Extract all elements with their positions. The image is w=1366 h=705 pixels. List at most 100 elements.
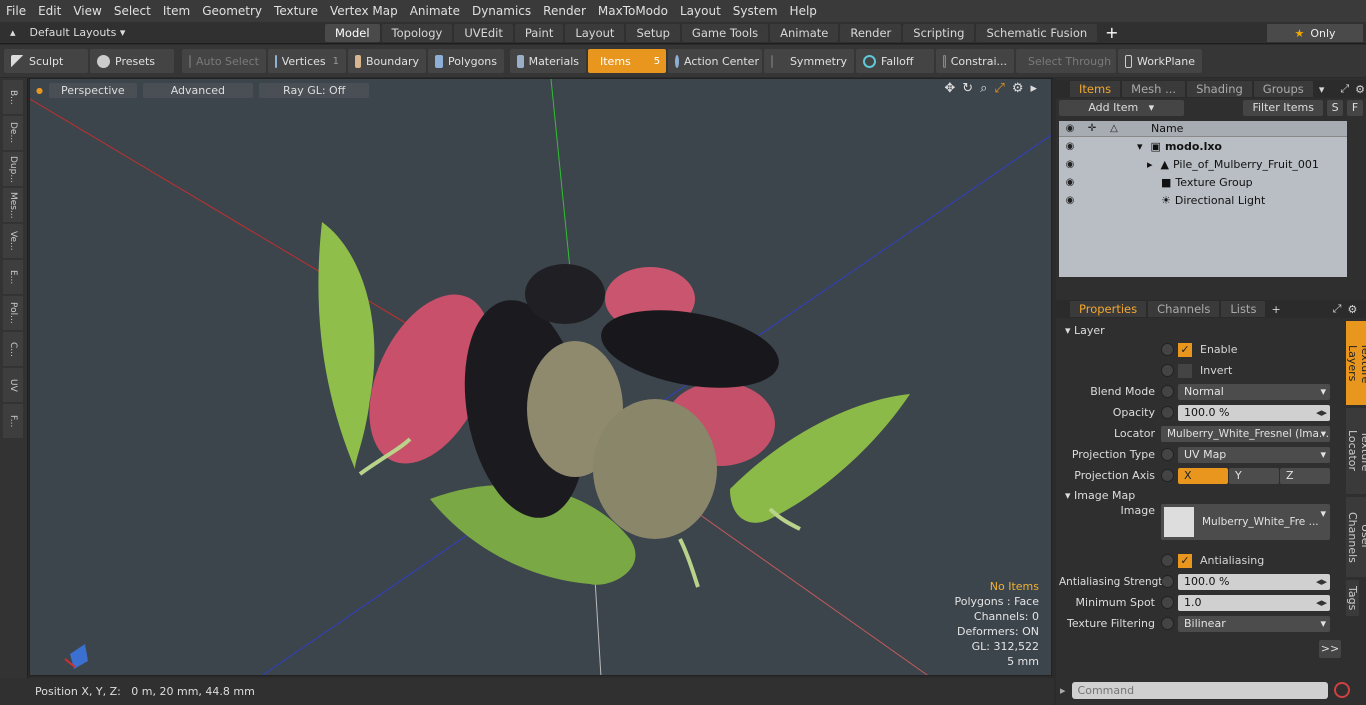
vtab-user-channels[interactable]: User Channels <box>1346 497 1366 577</box>
add-tab-icon[interactable]: + <box>1105 23 1118 42</box>
enable-checkbox[interactable]: ✓ <box>1178 342 1192 357</box>
expand-panel-icon[interactable]: ⤢ <box>1340 82 1349 96</box>
menu-texture[interactable]: Texture <box>268 0 324 22</box>
tab-items[interactable]: Items <box>1070 81 1121 97</box>
tab-channels[interactable]: Channels <box>1148 301 1220 317</box>
axis-x-button[interactable]: X <box>1178 467 1228 484</box>
tree-row-mesh[interactable]: ◉ ▸ ▲ Pile_of_Mulberry_Fruit_001 <box>1059 155 1347 173</box>
opacity-channel-dot[interactable] <box>1161 406 1174 419</box>
filter-items-button[interactable]: Filter Items <box>1243 100 1324 116</box>
filtering-channel-dot[interactable] <box>1161 617 1174 630</box>
only-button[interactable]: ★ Only <box>1267 24 1363 42</box>
eye-icon[interactable]: ◉ <box>1059 195 1081 206</box>
workplane-button[interactable]: WorkPlane <box>1118 49 1202 73</box>
symmetry-button[interactable]: Symmetry <box>764 49 854 73</box>
tab-uvedit[interactable]: UVEdit <box>454 23 513 42</box>
projection-axis-channel-dot[interactable] <box>1161 469 1174 482</box>
antialiasing-channel-dot[interactable] <box>1161 554 1174 567</box>
menu-geometry[interactable]: Geometry <box>196 0 268 22</box>
boundary-button[interactable]: Boundary <box>348 49 426 73</box>
pan-icon[interactable]: ✥ <box>944 81 955 96</box>
tree-row-scene[interactable]: ◉ ▾ ▣ modo.lxo <box>1059 137 1347 155</box>
tab-scripting[interactable]: Scripting <box>903 23 975 42</box>
enable-channel-dot[interactable] <box>1161 343 1174 356</box>
presets-button[interactable]: Presets <box>90 49 174 73</box>
menu-view[interactable]: View <box>67 0 107 22</box>
constraints-button[interactable]: Constrai... <box>936 49 1014 73</box>
chevron-right-icon[interactable]: ▸ <box>1030 81 1037 96</box>
action-center-button[interactable]: Action Center <box>668 49 762 73</box>
vtab-tags[interactable]: Tags <box>1346 580 1359 616</box>
tab-paint[interactable]: Paint <box>514 23 564 42</box>
command-input[interactable] <box>1071 681 1328 699</box>
projection-type-select[interactable]: UV Map ▾ <box>1178 446 1330 463</box>
menu-render[interactable]: Render <box>537 0 592 22</box>
tab-model[interactable]: Model <box>325 23 380 42</box>
eye-icon[interactable]: ◉ <box>1059 159 1081 170</box>
falloff-button[interactable]: Falloff <box>856 49 934 73</box>
auto-select-button[interactable]: Auto Select <box>182 49 266 73</box>
s-button[interactable]: S <box>1327 100 1344 116</box>
left-tab-deform[interactable]: De... <box>3 116 23 150</box>
menu-dynamics[interactable]: Dynamics <box>466 0 537 22</box>
aa-strength-channel-dot[interactable] <box>1161 575 1174 588</box>
gear-icon[interactable]: ⚙ <box>1347 303 1357 316</box>
tab-groups[interactable]: Groups <box>1253 81 1313 97</box>
opacity-slider[interactable]: 100.0 % ◂▸ <box>1178 404 1330 421</box>
f-button[interactable]: F <box>1347 100 1363 116</box>
select-through-button[interactable]: Select Through <box>1016 49 1116 73</box>
menu-layout[interactable]: Layout <box>674 0 727 22</box>
polygons-button[interactable]: Polygons <box>428 49 504 73</box>
eye-icon[interactable]: ◉ <box>1059 141 1081 152</box>
vtab-texture-locator[interactable]: Texture Locator <box>1346 408 1366 494</box>
menu-edit[interactable]: Edit <box>32 0 67 22</box>
left-tab-mesh-edit[interactable]: Mes... <box>3 188 23 222</box>
left-tab-duplicate[interactable]: Dup... <box>3 152 23 186</box>
invert-checkbox[interactable] <box>1178 363 1192 378</box>
sculpt-button[interactable]: Sculpt <box>4 49 88 73</box>
vtab-texture-layers[interactable]: Texture Layers <box>1346 321 1366 405</box>
rotate-icon[interactable]: ↻ <box>962 81 973 96</box>
tab-mesh[interactable]: Mesh ... <box>1122 81 1186 97</box>
tab-shading[interactable]: Shading <box>1187 81 1252 97</box>
gear-icon[interactable]: ⚙ <box>1012 81 1024 96</box>
invert-channel-dot[interactable] <box>1161 364 1174 377</box>
left-tab-polygon[interactable]: Pol... <box>3 296 23 330</box>
vertices-button[interactable]: Vertices 1 <box>268 49 346 73</box>
menu-item[interactable]: Item <box>157 0 196 22</box>
left-tab-curve[interactable]: C... <box>3 332 23 366</box>
tree-row-texture-group[interactable]: ◉ ■ Texture Group <box>1059 173 1347 191</box>
left-tab-basic[interactable]: B... <box>3 80 23 114</box>
advanced-button[interactable]: Advanced <box>142 82 254 98</box>
add-tab-icon[interactable]: + <box>1271 303 1280 316</box>
tab-render[interactable]: Render <box>840 23 902 42</box>
image-map-section-header[interactable]: ▾ Image Map <box>1059 486 1341 504</box>
tab-layout[interactable]: Layout <box>565 23 625 42</box>
menu-vertex-map[interactable]: Vertex Map <box>324 0 404 22</box>
tab-properties[interactable]: Properties <box>1070 301 1147 317</box>
more-button[interactable]: >> <box>1319 640 1341 658</box>
left-tab-fusion[interactable]: F... <box>3 404 23 438</box>
viewport-menu-dot-icon[interactable]: ● <box>36 86 43 95</box>
axis-y-button[interactable]: Y <box>1229 467 1279 484</box>
add-item-button[interactable]: Add Item ▾ <box>1059 100 1184 116</box>
record-icon[interactable] <box>1333 682 1350 698</box>
tab-schematic-fusion[interactable]: Schematic Fusion <box>976 23 1098 42</box>
menu-help[interactable]: Help <box>784 0 823 22</box>
menu-select[interactable]: Select <box>108 0 157 22</box>
min-spot-channel-dot[interactable] <box>1161 596 1174 609</box>
name-column-header[interactable]: Name <box>1151 122 1183 135</box>
chevron-down-icon[interactable]: ▾ <box>1319 83 1325 96</box>
3d-viewport[interactable]: ● Perspective Advanced Ray GL: Off ✥ ↻ ⌕… <box>29 78 1052 676</box>
filtering-select[interactable]: Bilinear ▾ <box>1178 615 1330 632</box>
tab-topology[interactable]: Topology <box>381 23 453 42</box>
gear-icon[interactable]: ⚙ <box>1355 83 1365 96</box>
expand-panel-icon[interactable]: ⤢ <box>1333 302 1342 316</box>
left-tab-uv[interactable]: UV <box>3 368 23 402</box>
tab-lists[interactable]: Lists <box>1221 301 1266 317</box>
antialiasing-checkbox[interactable]: ✓ <box>1178 553 1192 568</box>
layout-selector[interactable]: ▴ Default Layouts ▾ <box>0 26 325 39</box>
blend-mode-channel-dot[interactable] <box>1161 385 1174 398</box>
projection-type-channel-dot[interactable] <box>1161 448 1174 461</box>
raygl-button[interactable]: Ray GL: Off <box>259 82 370 98</box>
